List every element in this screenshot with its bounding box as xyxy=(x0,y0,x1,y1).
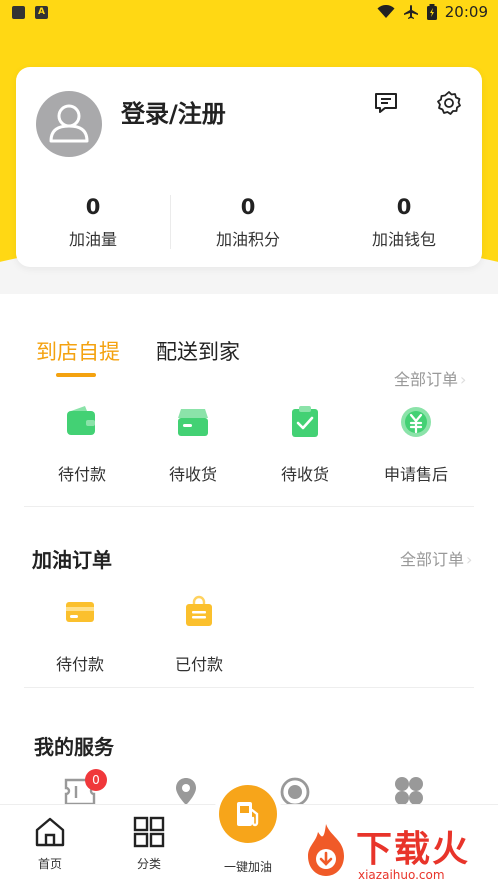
nav-home[interactable]: 首页 xyxy=(10,815,90,872)
a-icon: A xyxy=(35,6,48,19)
order-status-label: 申请售后 xyxy=(383,465,448,484)
settings-gear-icon[interactable] xyxy=(435,89,463,117)
stat-fuel-points[interactable]: 0 加油积分 xyxy=(173,195,323,250)
fuel-order-pending-payment[interactable]: 待付款 xyxy=(25,595,135,675)
fuel-all-orders-link[interactable]: 全部订单 › xyxy=(400,546,472,570)
section-divider xyxy=(24,687,474,688)
chevron-right-icon: › xyxy=(466,550,473,569)
orders-panel: 到店自提 配送到家 全部订单 › 待付款 待收货 待收货 申请售后 加油订单 全… xyxy=(0,294,498,806)
stat-value: 0 xyxy=(396,195,412,219)
wifi-icon xyxy=(377,5,395,18)
fuel-orders-title: 加油订单 xyxy=(32,548,112,572)
login-register-link[interactable]: 登录/注册 xyxy=(121,94,226,129)
stat-divider xyxy=(170,195,171,249)
nav-label: 首页 xyxy=(37,857,62,871)
customer-service-icon[interactable] xyxy=(279,776,311,806)
stat-value: 0 xyxy=(240,195,256,219)
one-click-fuel-label: 一键加油 xyxy=(223,860,272,874)
sim-icon xyxy=(12,6,25,19)
message-icon[interactable] xyxy=(372,89,400,117)
fuel-pump-icon xyxy=(237,802,259,827)
stat-label: 加油钱包 xyxy=(371,230,436,249)
battery-icon xyxy=(426,4,437,20)
nav-category[interactable]: 分类 xyxy=(109,815,189,872)
service-badge: 0 xyxy=(85,769,107,791)
stat-fuel-wallet[interactable]: 0 加油钱包 xyxy=(329,195,479,250)
all-orders-link[interactable]: 全部订单 › xyxy=(394,366,466,390)
one-click-fuel-button[interactable] xyxy=(214,780,282,848)
order-status-received[interactable]: 待收货 xyxy=(250,405,360,485)
order-status-label: 待付款 xyxy=(57,465,106,484)
watermark-url: xiazaihuo.com xyxy=(358,868,445,882)
airplane-icon xyxy=(403,5,418,19)
section-divider xyxy=(24,506,474,507)
wallet-icon xyxy=(67,406,95,435)
order-status-after-sales[interactable]: 申请售后 xyxy=(361,405,471,485)
tab-underline xyxy=(56,373,96,377)
status-bar: A 20:09 xyxy=(0,0,498,26)
nav-label: 分类 xyxy=(136,857,161,871)
avatar[interactable] xyxy=(36,91,102,157)
bag-icon xyxy=(186,595,212,626)
grid-icon xyxy=(133,816,165,848)
all-orders-label: 全部订单 xyxy=(394,370,459,389)
user-card: 登录/注册 0 加油量 0 加油积分 0 加油钱包 xyxy=(16,67,482,267)
chevron-right-icon: › xyxy=(460,370,467,389)
order-status-label: 待收货 xyxy=(168,465,217,484)
watermark-text: 下载火 xyxy=(356,829,471,870)
user-icon xyxy=(49,104,89,143)
stat-value: 0 xyxy=(85,195,101,219)
box-icon xyxy=(178,409,208,436)
tab-home-delivery[interactable]: 配送到家 xyxy=(156,336,240,366)
flame-logo-icon xyxy=(308,824,344,876)
location-pin-icon[interactable] xyxy=(170,776,202,806)
tab-store-pickup[interactable]: 到店自提 xyxy=(36,336,120,366)
order-status-label: 待付款 xyxy=(55,655,104,674)
stat-label: 加油积分 xyxy=(215,230,280,249)
order-status-label: 待收货 xyxy=(280,465,329,484)
more-apps-icon[interactable] xyxy=(393,776,425,806)
fuel-order-paid[interactable]: 已付款 xyxy=(144,595,254,675)
stat-fuel-amount[interactable]: 0 加油量 xyxy=(18,195,168,250)
order-status-label: 已付款 xyxy=(174,655,223,674)
order-status-awaiting-receipt[interactable]: 待收货 xyxy=(138,405,248,485)
stat-label: 加油量 xyxy=(68,230,117,249)
clipboard-check-icon xyxy=(292,406,318,437)
watermark: 下载火 xiazaihuo.com xyxy=(300,814,498,886)
refund-icon xyxy=(401,407,431,437)
card-icon xyxy=(66,602,94,622)
order-status-pending-payment[interactable]: 待付款 xyxy=(27,405,137,485)
home-icon xyxy=(35,817,65,847)
status-time: 20:09 xyxy=(444,3,488,21)
my-services-title: 我的服务 xyxy=(34,735,114,759)
all-orders-label: 全部订单 xyxy=(400,550,465,569)
